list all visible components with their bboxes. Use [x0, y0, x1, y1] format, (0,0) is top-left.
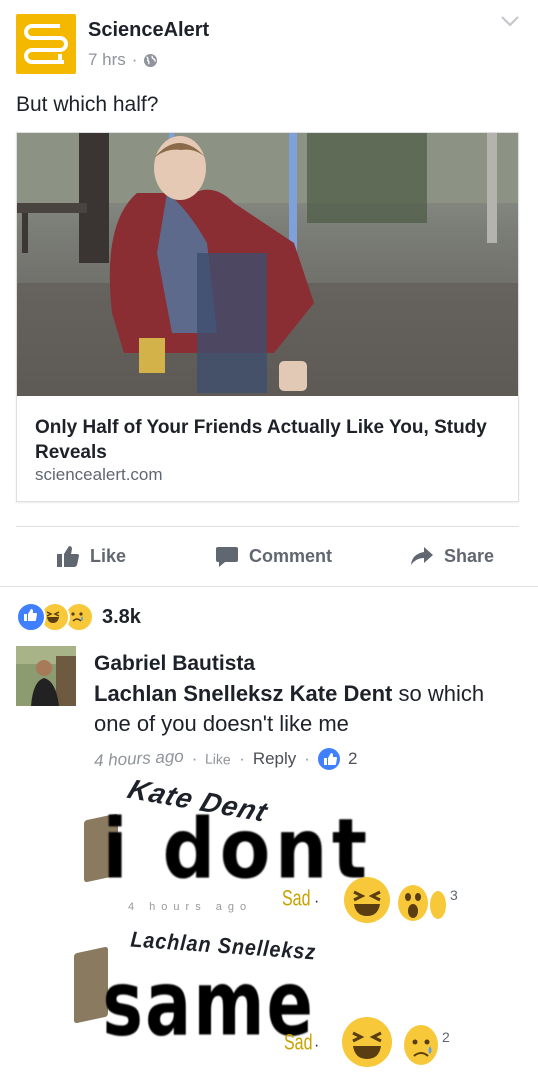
- mention-link[interactable]: Kate Dent: [290, 681, 393, 706]
- share-label: Share: [444, 545, 495, 566]
- avatar[interactable]: [16, 646, 76, 706]
- comment-like-count: 2: [347, 749, 358, 768]
- reactions-summary[interactable]: 3.8k: [16, 602, 141, 632]
- meta-separator: ·: [239, 749, 245, 768]
- divider: [16, 526, 519, 527]
- haha-reaction-icon: [342, 1017, 392, 1067]
- reaction-count: 3.8k: [102, 605, 141, 628]
- sad-label: Sad: [284, 1031, 313, 1056]
- link-domain: sciencealert.com: [35, 465, 163, 484]
- warped-reply-kate: Kate Dent i dont 4 hours ago Sad · 3: [0, 774, 538, 935]
- link-title[interactable]: Only Half of Your Friends Actually Like …: [35, 415, 505, 465]
- comment-icon: [216, 547, 238, 567]
- thumbs-up-icon: [57, 546, 79, 567]
- reaction-count: 3: [450, 887, 458, 903]
- sad-reaction-icon: [404, 1025, 438, 1065]
- globe-icon: [144, 53, 158, 67]
- sad-reaction-icon: [430, 891, 446, 919]
- haha-reaction-icon: [344, 877, 390, 923]
- sciencealert-logo[interactable]: [16, 14, 76, 74]
- comment-like-link[interactable]: Like: [205, 751, 231, 768]
- meta-separator: ·: [314, 893, 320, 910]
- comment-button[interactable]: Comment: [215, 528, 332, 584]
- post-header: ScienceAlert 7 hrs ·: [0, 0, 538, 90]
- reply-time: 4 hours ago: [128, 901, 253, 913]
- reply-link[interactable]: Reply: [253, 749, 296, 769]
- post-actions: Like Comment Share: [0, 528, 538, 584]
- post-time[interactable]: 7 hrs: [88, 50, 126, 70]
- post-caption: But which half?: [16, 93, 159, 116]
- meta-separator: ·: [131, 50, 138, 69]
- comment-meta: 4 hours ago · Like · Reply · 2: [93, 746, 358, 771]
- like-button[interactable]: Like: [56, 528, 126, 584]
- link-preview-card[interactable]: Only Half of Your Friends Actually Like …: [16, 132, 519, 502]
- meta-separator: ·: [314, 1037, 320, 1054]
- reaction-count: 2: [442, 1029, 450, 1045]
- meta-separator: ·: [304, 749, 310, 768]
- wow-reaction-icon: [398, 885, 428, 921]
- comment-text: Lachlan Snelleksz Kate Dent so which one…: [94, 679, 514, 739]
- share-button[interactable]: Share: [410, 528, 494, 584]
- like-label: Like: [90, 545, 127, 566]
- comment-author[interactable]: Gabriel Bautista: [94, 652, 255, 676]
- share-arrow-icon: [411, 547, 433, 565]
- sad-label: Sad: [282, 887, 311, 912]
- post-meta: 7 hrs ·: [88, 50, 158, 70]
- like-badge-icon: [317, 748, 340, 770]
- comment-label: Comment: [249, 545, 333, 566]
- comment-time: 4 hours ago: [93, 746, 185, 771]
- meta-separator: ·: [191, 749, 198, 768]
- mention-link[interactable]: Lachlan Snelleksz: [94, 681, 284, 706]
- link-preview-image: [17, 133, 518, 396]
- section-divider: [0, 586, 538, 587]
- chevron-down-icon[interactable]: [500, 14, 520, 28]
- warped-reply-lachlan: Lachlan Snelleksz same Sad · 2: [0, 925, 538, 1085]
- reply-text: i dont: [102, 801, 372, 899]
- like-reaction-icon: [16, 602, 46, 632]
- page-name[interactable]: ScienceAlert: [88, 19, 209, 42]
